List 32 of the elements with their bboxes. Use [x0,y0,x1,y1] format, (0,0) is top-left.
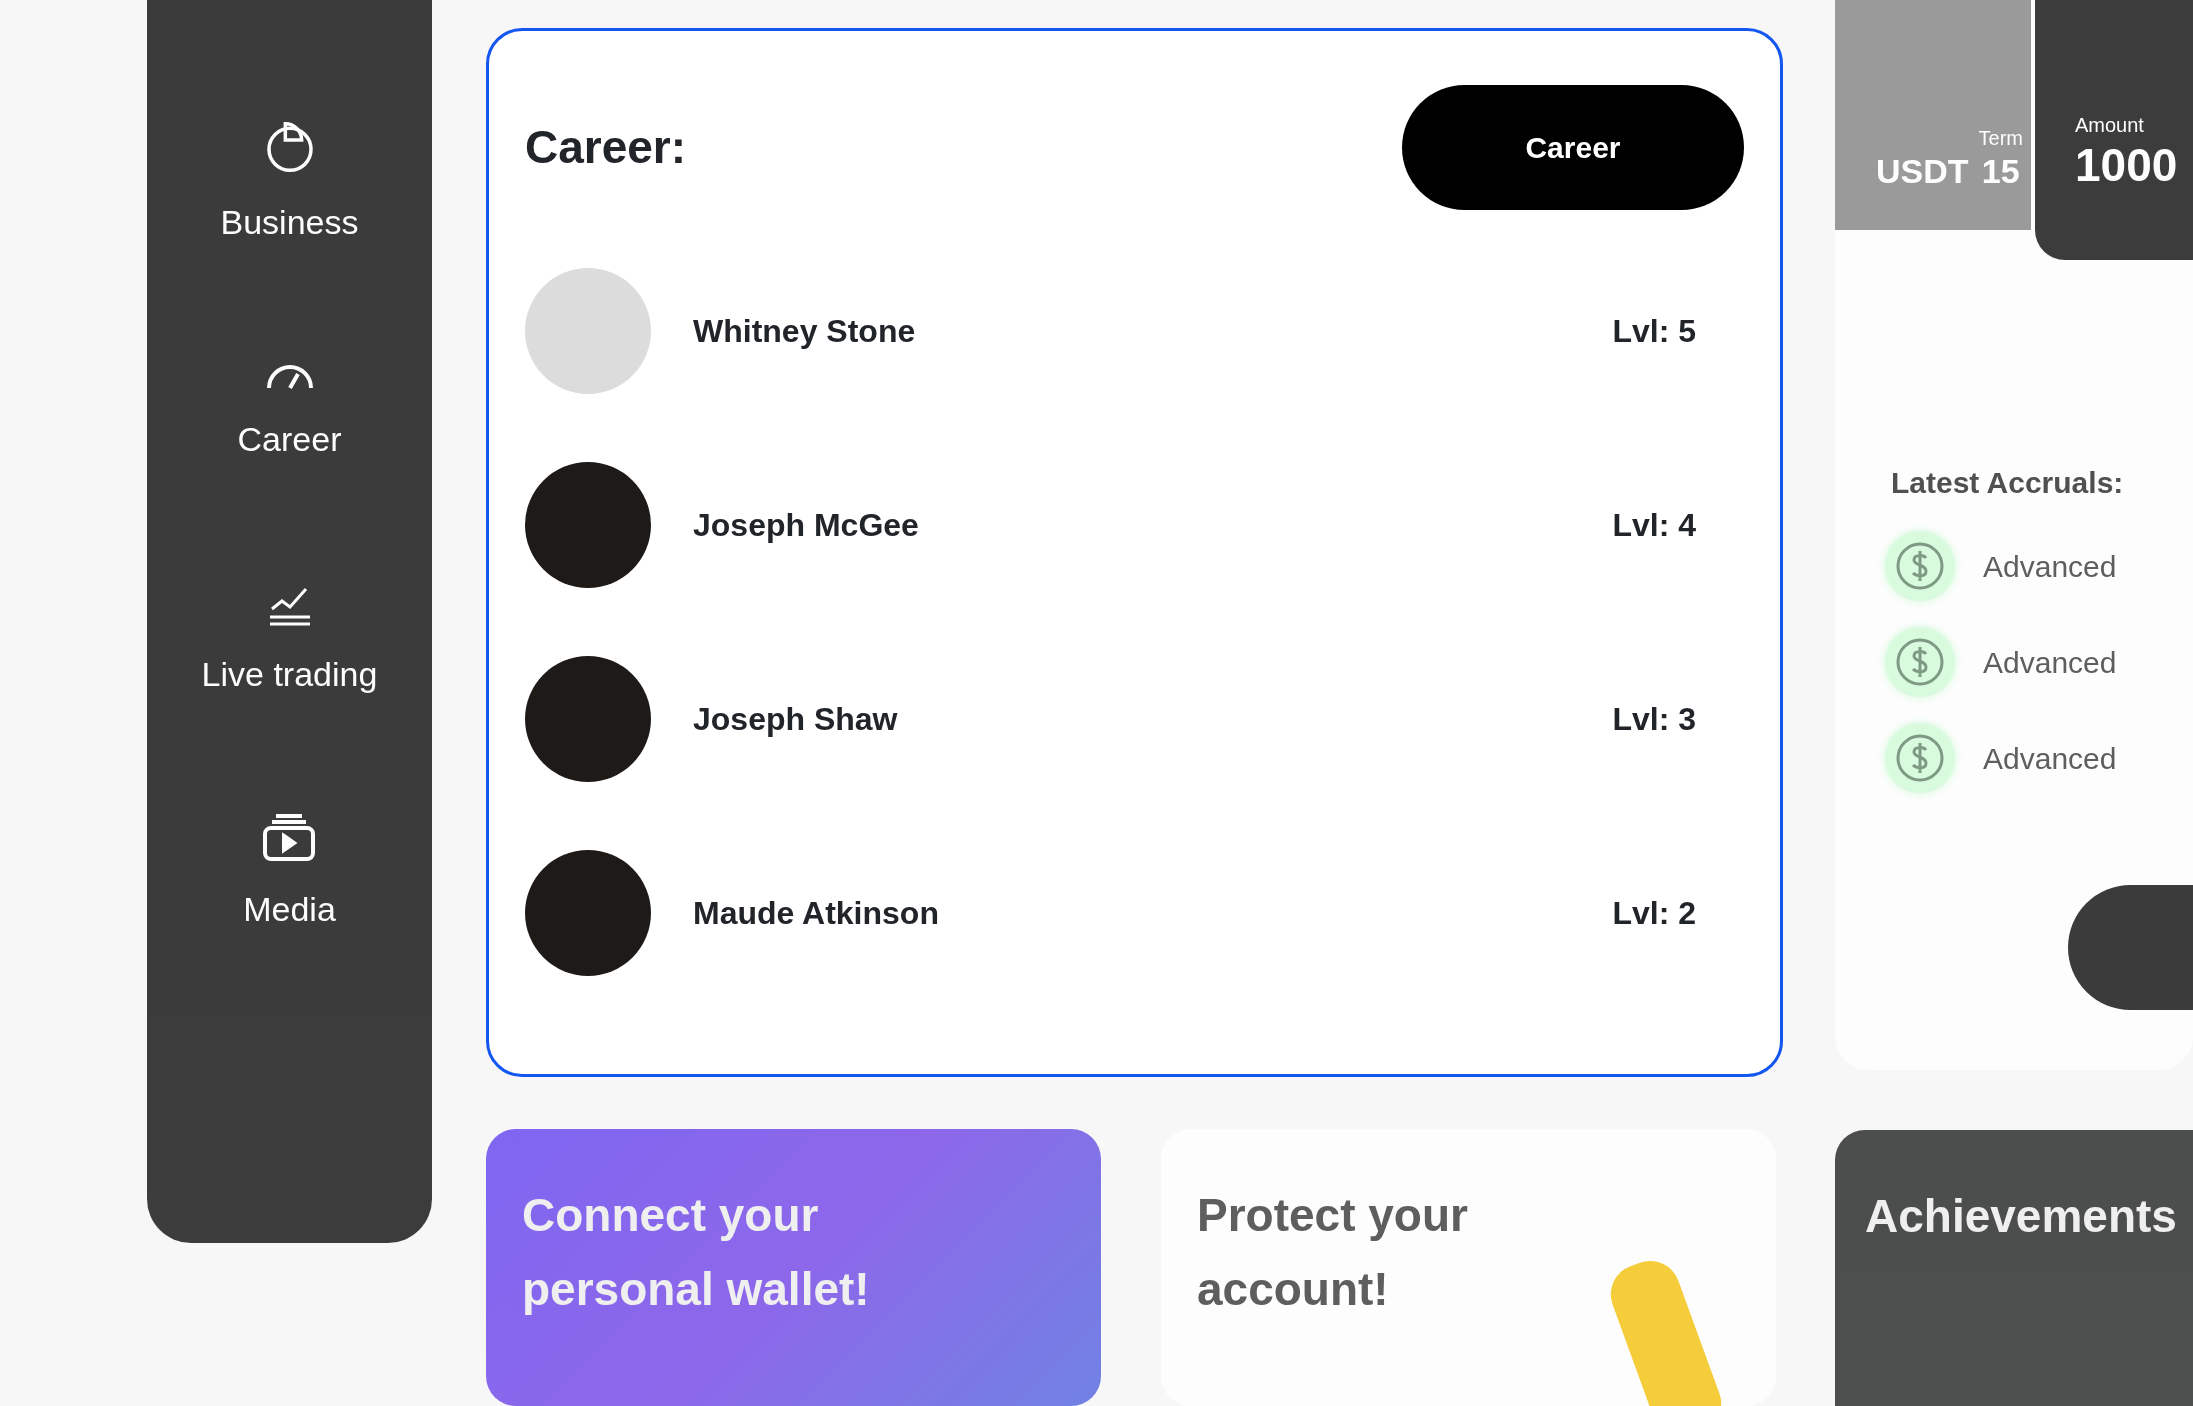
action-button[interactable] [2068,885,2193,1010]
sidebar-item[interactable]: Career [231,361,348,466]
member-name: Joseph Shaw [693,700,899,739]
level-label: Lvl: 3 [1612,700,1696,739]
sidebar-item[interactable]: Media [237,813,342,936]
dollar-coin-icon [1885,723,1955,793]
currency-label: USDT [1876,152,1969,190]
accrual-name: Advanced [1983,740,2117,777]
term-label: Term [1978,125,2023,151]
video-icon [262,814,317,862]
amount-label: Amount [2075,113,2145,138]
level-label: Lvl: 5 [1612,312,1696,351]
dollar-coin-icon [1885,627,1955,697]
promo-card[interactable]: Achievements [1835,1130,2193,1406]
member-name: Maude Atkinson [693,894,940,933]
card-title: Career: [525,119,687,175]
career-button[interactable]: Career [1402,85,1744,210]
sidebar-item[interactable]: Live trading [195,578,384,701]
promo-card[interactable]: Protect your account! [1161,1129,1776,1406]
dollar-coin-icon [1885,531,1955,601]
level-label: Lvl: 2 [1612,894,1696,933]
term-value: 15 [1981,152,2020,190]
member-name: Joseph McGee [693,506,920,545]
promo-card[interactable]: Connect your personal wallet! [486,1129,1101,1406]
amount-value: 1000 [2075,140,2179,191]
accrual-name: Advanced [1983,644,2117,681]
member-name: Whitney Stone [693,312,917,351]
sidebar-item[interactable]: Business [214,118,365,249]
section-title: Latest Accruals: [1891,465,2125,501]
gauge-icon [264,362,315,392]
level-label: Lvl: 4 [1612,506,1696,545]
accrual-name: Advanced [1983,548,2117,585]
